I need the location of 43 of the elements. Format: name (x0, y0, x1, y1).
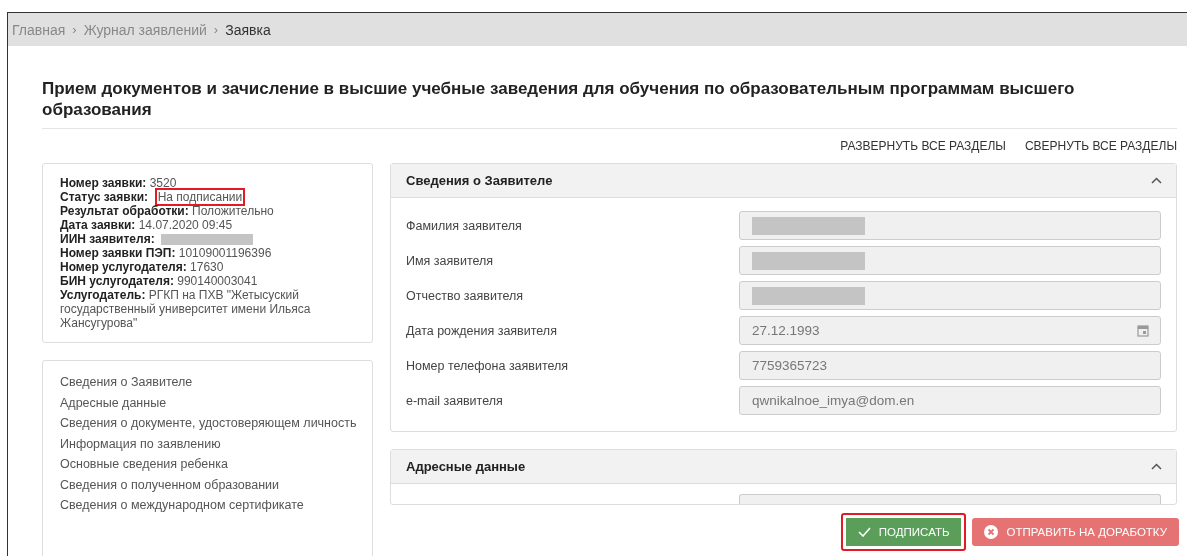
nav-item[interactable]: Основные сведения ребенка (60, 458, 360, 472)
section-title: Адресные данные (406, 459, 526, 474)
status-value: На подписании (154, 188, 246, 206)
input-field[interactable] (739, 211, 1161, 240)
breadcrumb-separator: › (213, 22, 219, 37)
input-field[interactable] (739, 281, 1161, 310)
input-field[interactable]: 7759365723 (739, 351, 1161, 380)
nav-item[interactable]: Информация по заявлению (60, 437, 360, 451)
calendar-icon[interactable] (1137, 324, 1149, 337)
input-field[interactable]: qwnikalnoe_imya@dom.en (739, 386, 1161, 415)
section-toggle-link[interactable]: СВЕРНУТЬ ВСЕ РАЗДЕЛЫ (1024, 139, 1177, 153)
summary-line: Дата заявки: 14.07.2020 09:45 (60, 218, 234, 232)
field-label: Фамилия заявителя (406, 218, 523, 233)
field-label: Отчество заявителя (406, 288, 525, 303)
field-label: Имя заявителя (406, 253, 495, 268)
breadcrumb-separator: › (72, 22, 77, 37)
check-icon (857, 527, 871, 537)
input-field[interactable] (739, 246, 1161, 275)
field-label: e-mail заявителя (406, 393, 504, 408)
summary-line: Результат обработки: Положительно (60, 204, 275, 218)
nav-item[interactable]: Сведения о Заявителе (60, 376, 360, 390)
page-title: Прием документов и зачисление в высшие учебные заведения для обучения по образовательным программам высшего образования (42, 78, 1177, 129)
summary-line: Номер заявки ПЭП: 10109001196396 (60, 246, 273, 260)
summary-label: Статус заявки: (60, 190, 148, 204)
input-field[interactable]: 27.12.1993 (739, 316, 1161, 345)
summary-line: Номер заявки: 3520 (60, 176, 178, 190)
summary-line: Услугодатель: РГКП на ПХВ "Жетысуский государственный университет имени Ильяса Жансугурова" (60, 288, 312, 330)
breadcrumb-link[interactable]: Заявка (225, 21, 271, 38)
summary-line: БИН услугодателя: 990140003041 (60, 274, 259, 288)
nav-item[interactable]: Сведения о полученном образовании (60, 478, 360, 492)
nav-item[interactable]: Сведения о международном сертификате (60, 499, 360, 513)
nav-item[interactable]: Сведения о документе, удостоверяющем личность (60, 417, 360, 431)
collapse-chevron-icon[interactable] (1151, 463, 1162, 470)
field-label: Номер телефона заявителя (406, 358, 570, 373)
field-label: Дата рождения заявителя (406, 323, 558, 338)
section-title: Сведения о Заявителе (406, 173, 553, 188)
nav-item[interactable]: Адресные данные (60, 396, 360, 410)
summary-label: ИИН заявителя: (60, 232, 155, 246)
summary-line: Номер услугодателя: 17630 (60, 260, 225, 274)
close-icon (984, 525, 999, 539)
collapse-chevron-icon[interactable] (1151, 177, 1162, 184)
input-field[interactable] (739, 494, 1161, 504)
section-toggle-link[interactable]: РАЗВЕРНУТЬ ВСЕ РАЗДЕЛЫ (840, 139, 1006, 153)
